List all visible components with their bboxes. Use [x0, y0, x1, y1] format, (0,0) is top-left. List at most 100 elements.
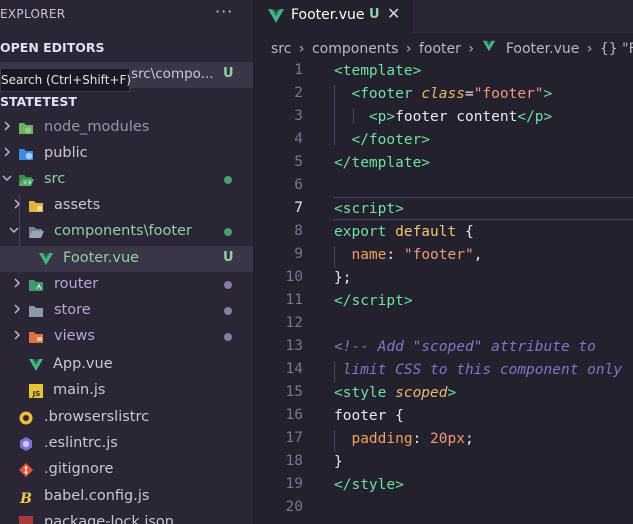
explorer-header: EXPLORER ··· [0, 0, 253, 30]
line-number: 15 [285, 384, 303, 400]
chevron-right-icon [14, 304, 21, 314]
tree-item-label: package-lock.json [44, 514, 174, 524]
tree-item-eslintrc[interactable]: .eslintrc.js [0, 431, 253, 457]
tree-item-components-footer[interactable]: components\footer [0, 219, 253, 245]
chevron-down-icon [9, 227, 19, 234]
line-number: 11 [285, 292, 303, 308]
line-number: 17 [285, 430, 303, 446]
tree-item-label: router [54, 276, 99, 292]
git-status-dot [224, 333, 232, 341]
tree-item-assets[interactable]: assets [0, 193, 253, 219]
code-line: <script> [334, 201, 404, 217]
browserslist-icon [19, 411, 33, 425]
js-file-icon: JS [29, 384, 43, 398]
tree-item-router[interactable]: router [0, 272, 253, 298]
code-line: </script> [334, 293, 413, 309]
svg-text:B: B [19, 491, 32, 505]
chevron-down-icon [2, 175, 12, 182]
tree-item-label: babel.config.js [44, 488, 150, 504]
line-number: 2 [294, 85, 303, 101]
code-line: </style> [334, 477, 404, 493]
code-line: export default { [334, 224, 474, 240]
code-line: <p>footer content</p> [368, 109, 553, 125]
folder-open-icon [29, 227, 44, 238]
tree-item-label: node_modules [44, 119, 150, 135]
code-line: </footer> [351, 132, 431, 148]
vue-file-icon [268, 9, 284, 23]
line-number: 19 [285, 476, 303, 492]
tree-item-label: .gitignore [44, 461, 114, 477]
code-line: limit CSS to this component only [334, 362, 623, 378]
folder-views-icon [29, 332, 43, 343]
line-number: 20 [285, 499, 303, 515]
open-editors-section[interactable]: OPEN EDITORS [0, 40, 105, 55]
line-number: 14 [285, 361, 303, 377]
git-icon [19, 463, 33, 477]
eslint-icon [20, 437, 32, 451]
code-line: <template> [334, 63, 422, 79]
tree-item-babel-config[interactable]: B babel.config.js [0, 484, 253, 510]
explorer-sidebar: EXPLORER ··· OPEN EDITORS src\compo... U… [0, 0, 253, 524]
chevron-right-icon [14, 199, 21, 209]
chevron-right-icon: › [405, 41, 412, 57]
npm-icon [19, 516, 33, 524]
tree-item-footer-vue[interactable]: Footer.vue U [0, 246, 253, 272]
breadcrumb-item[interactable]: footer [419, 41, 461, 57]
tree-item-browserslistrc[interactable]: .browserslistrc [0, 405, 253, 431]
code-line: <!-- Add "scoped" attribute to [334, 339, 596, 355]
tree-item-node-modules[interactable]: node_modules [0, 115, 253, 141]
close-icon[interactable]: ✕ [387, 4, 400, 23]
tab-footer-vue[interactable]: Footer.vue U ✕ [253, 0, 413, 33]
tree-item-label: public [44, 145, 88, 161]
code-line: padding: 20px; [351, 431, 474, 447]
chevron-right-icon [4, 147, 11, 157]
open-editor-badge: U [223, 66, 234, 81]
tree-item-label: assets [54, 197, 101, 213]
chevron-right-icon: › [586, 41, 593, 57]
tree-item-main-js[interactable]: JS main.js [0, 378, 253, 404]
tree-item-label: Footer.vue [63, 250, 140, 266]
git-status-dot [224, 307, 232, 315]
tree-item-package-lock[interactable]: package-lock.json [0, 510, 253, 524]
code-line: footer { [334, 408, 404, 424]
git-status-dot [224, 228, 232, 236]
tree-item-gitignore[interactable]: .gitignore [0, 457, 253, 483]
tree-item-label: App.vue [53, 356, 113, 372]
code-line: <footer class="footer"> [351, 86, 553, 102]
line-number: 13 [285, 338, 303, 354]
vue-file-icon [39, 253, 53, 265]
folder-node-icon [19, 123, 33, 134]
folder-router-icon [29, 280, 43, 291]
tree-item-label: .eslintrc.js [44, 435, 118, 451]
tree-item-label: main.js [53, 382, 106, 398]
breadcrumb-item[interactable]: {} "Fo [600, 41, 633, 57]
tab-git-badge: U [369, 7, 380, 22]
line-number: 3 [294, 108, 303, 124]
tooltip-text: Search (Ctrl+Shift+F) [1, 73, 132, 87]
tree-item-views[interactable]: views [0, 324, 253, 350]
tree-item-app-vue[interactable]: App.vue [0, 352, 253, 378]
line-number: 8 [294, 223, 303, 239]
code-line: }; [334, 270, 352, 286]
more-actions-icon[interactable]: ··· [215, 2, 233, 21]
breadcrumb-item[interactable]: components [312, 41, 399, 57]
breadcrumb-item[interactable]: src [271, 41, 291, 57]
tree-item-public[interactable]: public [0, 141, 253, 167]
tree-item-label: src [44, 171, 66, 187]
project-section[interactable]: STATETEST [0, 94, 77, 109]
folder-assets-icon [29, 201, 43, 212]
explorer-title: EXPLORER [0, 7, 66, 21]
line-number: 6 [294, 177, 303, 193]
chevron-right-icon [4, 121, 11, 131]
babel-icon: B [19, 491, 32, 505]
tree-item-store[interactable]: store [0, 298, 253, 324]
git-status-dot [224, 176, 232, 184]
code-line: <style scoped> [334, 385, 457, 401]
tree-item-label: components\footer [54, 223, 192, 239]
tab-label: Footer.vue [291, 7, 365, 23]
tree-item-src[interactable]: src [0, 167, 253, 193]
breadcrumb-item[interactable]: Footer.vue [506, 41, 579, 57]
chevron-right-icon [14, 330, 21, 340]
open-editor-path: src\compo... [131, 66, 214, 82]
tree-item-label: store [54, 302, 91, 318]
